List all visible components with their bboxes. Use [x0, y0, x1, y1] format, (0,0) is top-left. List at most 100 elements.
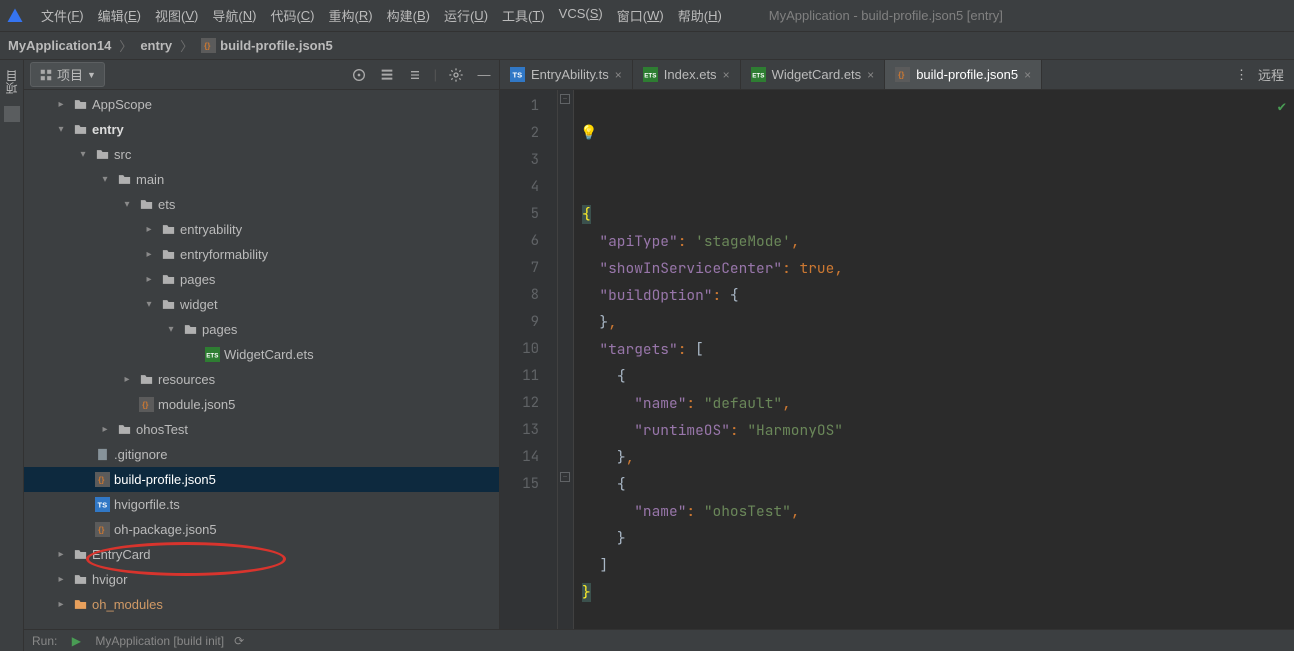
- tree-row[interactable]: TShvigorfile.ts: [24, 492, 499, 517]
- project-panel: 项目 ▼ | — ▸AppScope▾entry▾src▾main▾ets▸en…: [24, 60, 500, 651]
- line-number: 3: [500, 147, 539, 174]
- tree-row[interactable]: ETSWidgetCard.ets: [24, 342, 499, 367]
- menu-item[interactable]: 窗口(W): [610, 6, 671, 25]
- tool-window-stripe-icon[interactable]: [4, 106, 20, 122]
- menu-item[interactable]: 导航(N): [205, 6, 263, 25]
- chevron-down-icon[interactable]: ▾: [98, 174, 112, 185]
- json-file-icon: {}: [895, 67, 910, 82]
- tree-label: widget: [180, 297, 218, 312]
- intention-bulb-icon[interactable]: 💡: [580, 120, 597, 147]
- tree-label: hvigor: [92, 572, 127, 587]
- close-tab-icon[interactable]: ×: [1024, 68, 1031, 82]
- tree-row[interactable]: ▾ src: [24, 142, 499, 167]
- folder-icon: [138, 197, 154, 213]
- menu-item[interactable]: 视图(V): [148, 6, 205, 25]
- window-title: MyApplication - build-profile.json5 [ent…: [769, 8, 1003, 23]
- editor-tab[interactable]: ETS WidgetCard.ets ×: [741, 60, 886, 89]
- tree-row[interactable]: ▸resources: [24, 367, 499, 392]
- chevron-right-icon[interactable]: ▸: [54, 574, 68, 585]
- menu-item[interactable]: 编辑(E): [91, 6, 148, 25]
- run-config-name[interactable]: MyApplication [build init]: [95, 634, 224, 648]
- close-tab-icon[interactable]: ×: [615, 68, 622, 82]
- menu-item[interactable]: 运行(U): [437, 6, 495, 25]
- settings-icon[interactable]: [447, 66, 465, 84]
- tab-label: WidgetCard.ets: [772, 67, 862, 82]
- code-content[interactable]: 💡 ✔ { "apiType": 'stageMode', "showInSer…: [574, 90, 1294, 651]
- tree-row[interactable]: ▸pages: [24, 267, 499, 292]
- tree-row[interactable]: ▸ohosTest: [24, 417, 499, 442]
- close-tab-icon[interactable]: ×: [867, 68, 874, 82]
- menu-item[interactable]: 帮助(H): [671, 6, 729, 25]
- chevron-right-icon[interactable]: ▸: [54, 99, 68, 110]
- ets-file-icon: ETS: [751, 67, 766, 82]
- chevron-right-icon[interactable]: ▸: [142, 249, 156, 260]
- tree-label: ets: [158, 197, 175, 212]
- menu-item[interactable]: 重构(R): [322, 6, 380, 25]
- breadcrumb-item[interactable]: MyApplication14: [8, 38, 111, 53]
- chevron-right-icon[interactable]: ▸: [54, 599, 68, 610]
- inspection-ok-icon[interactable]: ✔: [1278, 94, 1286, 121]
- chevron-right-icon[interactable]: ▸: [142, 224, 156, 235]
- tree-row[interactable]: ▸entryability: [24, 217, 499, 242]
- tab-label: EntryAbility.ts: [531, 67, 609, 82]
- chevron-right-icon[interactable]: ▸: [98, 424, 112, 435]
- tree-row[interactable]: .gitignore: [24, 442, 499, 467]
- collapse-all-icon[interactable]: [406, 66, 424, 84]
- close-tab-icon[interactable]: ×: [723, 68, 730, 82]
- menu-item[interactable]: 文件(F): [34, 6, 91, 25]
- fold-marker-icon[interactable]: −: [560, 472, 570, 482]
- editor-tab[interactable]: ETSIndex.ets×: [633, 60, 741, 89]
- svg-text:{}: {}: [142, 401, 149, 410]
- chevron-down-icon[interactable]: ▾: [164, 324, 178, 335]
- tree-row[interactable]: ▾ widget: [24, 292, 499, 317]
- menu-item[interactable]: 构建(B): [380, 6, 437, 25]
- tree-row[interactable]: {}build-profile.json5: [24, 467, 499, 492]
- tool-window-project-label[interactable]: 项目: [3, 66, 20, 98]
- fold-marker-icon[interactable]: −: [560, 94, 570, 104]
- chevron-right-icon[interactable]: ▸: [54, 549, 68, 560]
- chevron-right-icon[interactable]: ▸: [142, 274, 156, 285]
- line-number: 12: [500, 390, 539, 417]
- chevron-down-icon[interactable]: ▾: [120, 199, 134, 210]
- rerun-icon[interactable]: ⟳: [234, 634, 244, 648]
- editor-tab[interactable]: {}build-profile.json5×: [885, 60, 1042, 89]
- menu-item[interactable]: 工具(T): [495, 6, 552, 25]
- breadcrumb-item[interactable]: entry: [140, 38, 172, 53]
- tree-row[interactable]: ▾pages: [24, 317, 499, 342]
- chevron-down-icon[interactable]: ▾: [54, 124, 68, 135]
- tree-row[interactable]: ▸EntryCard: [24, 542, 499, 567]
- expand-all-icon[interactable]: [378, 66, 396, 84]
- chevron-down-icon[interactable]: ▾: [142, 299, 156, 310]
- tree-label: AppScope: [92, 97, 152, 112]
- menu-item[interactable]: 代码(C): [263, 6, 321, 25]
- tree-row[interactable]: ▸oh_modules: [24, 592, 499, 617]
- code-area[interactable]: 123456789101112131415 −− 💡 ✔ { "apiType"…: [500, 90, 1294, 651]
- project-tree[interactable]: ▸AppScope▾entry▾src▾main▾ets▸entryabilit…: [24, 90, 499, 651]
- tree-row[interactable]: {}oh-package.json5: [24, 517, 499, 542]
- line-number: 15: [500, 471, 539, 498]
- code-line: {: [582, 363, 1294, 390]
- json-file-icon: {}: [94, 472, 110, 488]
- code-line: {: [582, 471, 1294, 498]
- project-view-dropdown[interactable]: 项目 ▼: [30, 62, 105, 87]
- breadcrumb-item[interactable]: {}build-profile.json5: [201, 38, 333, 53]
- fold-strip[interactable]: −−: [558, 90, 574, 651]
- tree-row[interactable]: ▸ hvigor: [24, 567, 499, 592]
- tree-row[interactable]: ▾main: [24, 167, 499, 192]
- menu-item[interactable]: VCS(S): [552, 6, 610, 21]
- locate-icon[interactable]: [350, 66, 368, 84]
- folder-icon: [160, 222, 176, 238]
- tab-more-icon[interactable]: ⋮: [1235, 67, 1248, 83]
- tree-row[interactable]: ▸entryformability: [24, 242, 499, 267]
- tree-row[interactable]: ▾ ets: [24, 192, 499, 217]
- chevron-down-icon[interactable]: ▾: [76, 149, 90, 160]
- tree-row[interactable]: {}module.json5: [24, 392, 499, 417]
- tree-row[interactable]: ▾entry: [24, 117, 499, 142]
- tree-row[interactable]: ▸ AppScope: [24, 92, 499, 117]
- tree-label: src: [114, 147, 131, 162]
- editor-tab[interactable]: TSEntryAbility.ts×: [500, 60, 633, 89]
- remote-label[interactable]: 远程: [1258, 65, 1284, 84]
- run-icon[interactable]: ▶: [67, 632, 85, 650]
- hide-panel-icon[interactable]: —: [475, 66, 493, 84]
- chevron-right-icon[interactable]: ▸: [120, 374, 134, 385]
